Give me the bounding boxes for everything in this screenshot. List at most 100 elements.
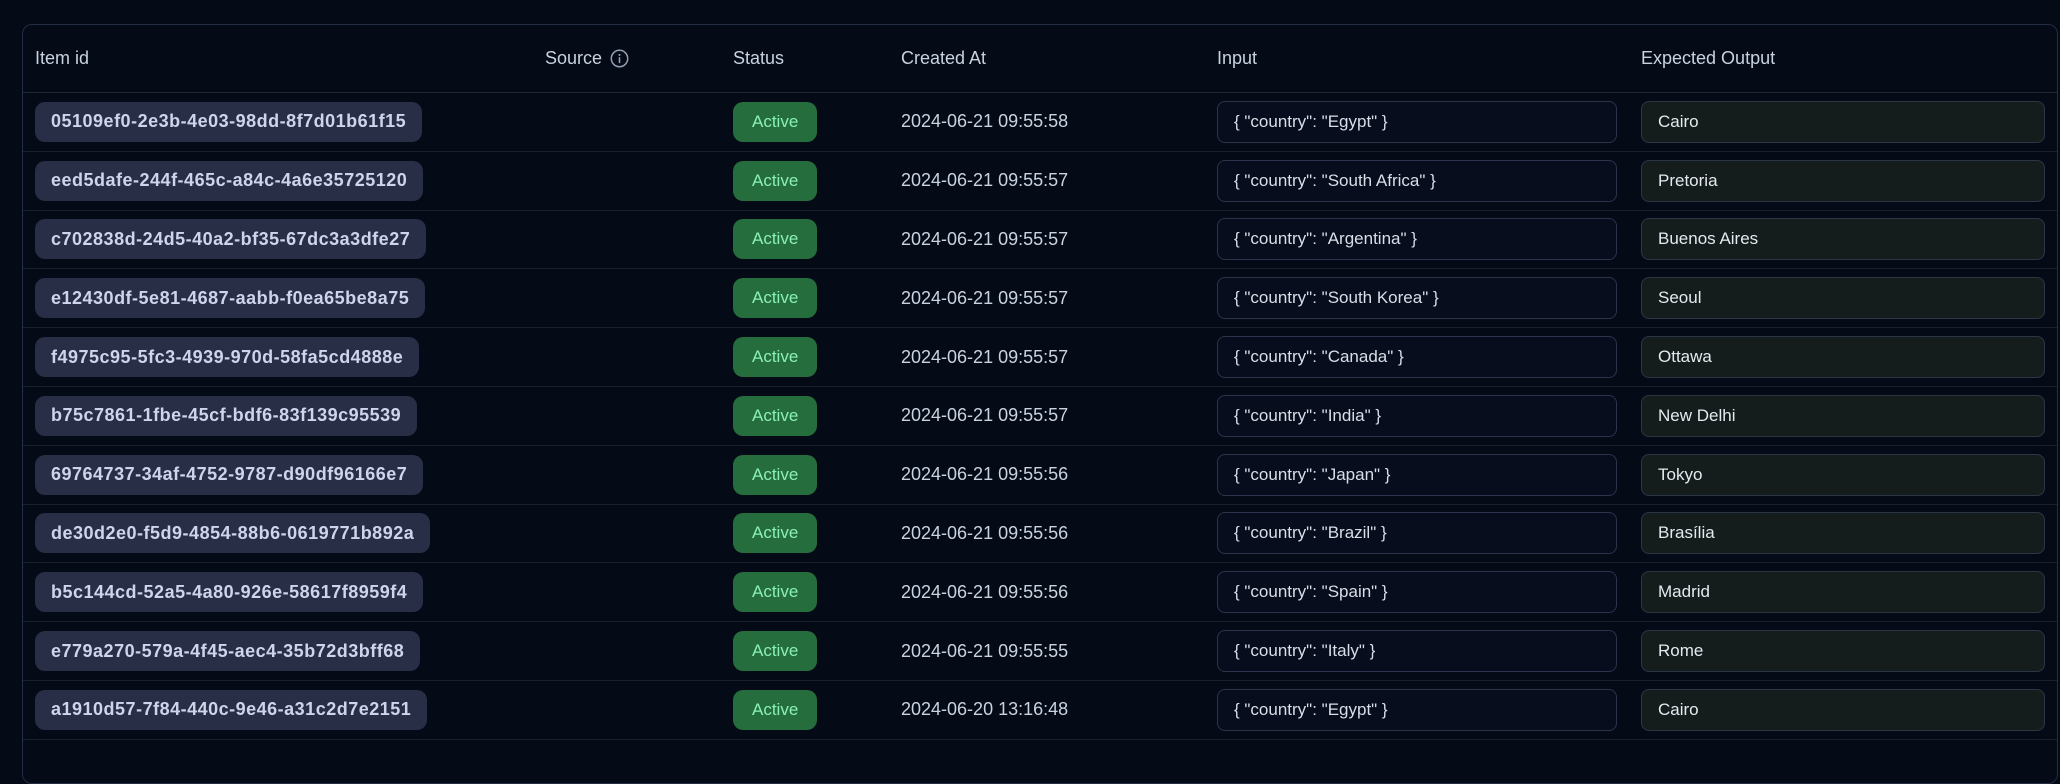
status-badge: Active — [733, 631, 817, 671]
table-header-row: Item id Source Status Created At Input E… — [23, 25, 2057, 93]
input-cell: { "country": "Canada" } — [1205, 336, 1629, 378]
item-id-pill[interactable]: eed5dafe-244f-465c-a84c-4a6e35725120 — [35, 161, 423, 201]
status-badge: Active — [733, 513, 817, 553]
expected-output-cell: New Delhi — [1629, 395, 2057, 437]
item-id-pill[interactable]: b5c144cd-52a5-4a80-926e-58617f8959f4 — [35, 572, 423, 612]
input-cell: { "country": "South Korea" } — [1205, 277, 1629, 319]
column-header-status: Status — [721, 48, 889, 69]
expected-output-cell: Cairo — [1629, 101, 2057, 143]
created-at-cell: 2024-06-20 13:16:48 — [889, 699, 1205, 720]
expected-output-value-box[interactable]: Brasília — [1641, 512, 2045, 554]
status-cell: Active — [721, 513, 889, 553]
created-at-cell: 2024-06-21 09:55:57 — [889, 170, 1205, 191]
expected-output-value-box[interactable]: Cairo — [1641, 689, 2045, 731]
table-row[interactable]: eed5dafe-244f-465c-a84c-4a6e35725120 Act… — [23, 152, 2057, 211]
input-value-box[interactable]: { "country": "South Africa" } — [1217, 160, 1617, 202]
table-row[interactable]: f4975c95-5fc3-4939-970d-58fa5cd4888e Act… — [23, 328, 2057, 387]
table-row[interactable]: a1910d57-7f84-440c-9e46-a31c2d7e2151 Act… — [23, 681, 2057, 740]
expected-output-value-box[interactable]: Tokyo — [1641, 454, 2045, 496]
item-id-pill[interactable]: f4975c95-5fc3-4939-970d-58fa5cd4888e — [35, 337, 419, 377]
expected-output-cell: Pretoria — [1629, 160, 2057, 202]
expected-output-value-box[interactable]: Rome — [1641, 630, 2045, 672]
input-value-box[interactable]: { "country": "Egypt" } — [1217, 689, 1617, 731]
item-id-pill[interactable]: e12430df-5e81-4687-aabb-f0ea65be8a75 — [35, 278, 425, 318]
table-body: 05109ef0-2e3b-4e03-98dd-8f7d01b61f15 Act… — [23, 93, 2057, 740]
input-value-box[interactable]: { "country": "India" } — [1217, 395, 1617, 437]
input-value-box[interactable]: { "country": "Canada" } — [1217, 336, 1617, 378]
table-row[interactable]: e779a270-579a-4f45-aec4-35b72d3bff68 Act… — [23, 622, 2057, 681]
expected-output-cell: Cairo — [1629, 689, 2057, 731]
status-badge: Active — [733, 219, 817, 259]
expected-output-value-box[interactable]: Seoul — [1641, 277, 2045, 319]
input-cell: { "country": "Italy" } — [1205, 630, 1629, 672]
created-at-cell: 2024-06-21 09:55:57 — [889, 288, 1205, 309]
item-id-pill[interactable]: e779a270-579a-4f45-aec4-35b72d3bff68 — [35, 631, 420, 671]
expected-output-value-box[interactable]: Pretoria — [1641, 160, 2045, 202]
expected-output-value-box[interactable]: Cairo — [1641, 101, 2045, 143]
status-cell: Active — [721, 690, 889, 730]
item-id-cell: 69764737-34af-4752-9787-d90df96166e7 — [23, 455, 533, 495]
item-id-pill[interactable]: b75c7861-1fbe-45cf-bdf6-83f139c95539 — [35, 396, 417, 436]
input-cell: { "country": "Spain" } — [1205, 571, 1629, 613]
status-cell: Active — [721, 455, 889, 495]
item-id-cell: f4975c95-5fc3-4939-970d-58fa5cd4888e — [23, 337, 533, 377]
status-badge: Active — [733, 278, 817, 318]
table-row[interactable]: c702838d-24d5-40a2-bf35-67dc3a3dfe27 Act… — [23, 211, 2057, 270]
expected-output-value-box[interactable]: Madrid — [1641, 571, 2045, 613]
table-row[interactable]: e12430df-5e81-4687-aabb-f0ea65be8a75 Act… — [23, 269, 2057, 328]
input-value-box[interactable]: { "country": "Argentina" } — [1217, 218, 1617, 260]
status-cell: Active — [721, 161, 889, 201]
created-at-cell: 2024-06-21 09:55:56 — [889, 523, 1205, 544]
info-icon[interactable] — [610, 49, 629, 68]
table-row[interactable]: 69764737-34af-4752-9787-d90df96166e7 Act… — [23, 446, 2057, 505]
table-row[interactable]: 05109ef0-2e3b-4e03-98dd-8f7d01b61f15 Act… — [23, 93, 2057, 152]
status-badge: Active — [733, 102, 817, 142]
status-cell: Active — [721, 572, 889, 612]
item-id-pill[interactable]: 69764737-34af-4752-9787-d90df96166e7 — [35, 455, 423, 495]
item-id-cell: a1910d57-7f84-440c-9e46-a31c2d7e2151 — [23, 690, 533, 730]
input-cell: { "country": "India" } — [1205, 395, 1629, 437]
item-id-pill[interactable]: c702838d-24d5-40a2-bf35-67dc3a3dfe27 — [35, 219, 426, 259]
created-at-cell: 2024-06-21 09:55:57 — [889, 405, 1205, 426]
status-badge: Active — [733, 161, 817, 201]
expected-output-cell: Brasília — [1629, 512, 2057, 554]
column-header-source-label: Source — [545, 48, 602, 69]
expected-output-cell: Rome — [1629, 630, 2057, 672]
table-row[interactable]: b5c144cd-52a5-4a80-926e-58617f8959f4 Act… — [23, 563, 2057, 622]
status-cell: Active — [721, 631, 889, 671]
status-cell: Active — [721, 219, 889, 259]
item-id-pill[interactable]: a1910d57-7f84-440c-9e46-a31c2d7e2151 — [35, 690, 427, 730]
column-header-expected-output: Expected Output — [1629, 48, 2057, 69]
item-id-cell: 05109ef0-2e3b-4e03-98dd-8f7d01b61f15 — [23, 102, 533, 142]
item-id-cell: c702838d-24d5-40a2-bf35-67dc3a3dfe27 — [23, 219, 533, 259]
status-badge: Active — [733, 396, 817, 436]
status-badge: Active — [733, 455, 817, 495]
status-badge: Active — [733, 337, 817, 377]
table-row[interactable]: de30d2e0-f5d9-4854-88b6-0619771b892a Act… — [23, 505, 2057, 564]
expected-output-cell: Buenos Aires — [1629, 218, 2057, 260]
column-header-input: Input — [1205, 48, 1629, 69]
item-id-pill[interactable]: 05109ef0-2e3b-4e03-98dd-8f7d01b61f15 — [35, 102, 422, 142]
expected-output-value-box[interactable]: Ottawa — [1641, 336, 2045, 378]
expected-output-cell: Tokyo — [1629, 454, 2057, 496]
input-value-box[interactable]: { "country": "Italy" } — [1217, 630, 1617, 672]
expected-output-value-box[interactable]: Buenos Aires — [1641, 218, 2045, 260]
input-value-box[interactable]: { "country": "Egypt" } — [1217, 101, 1617, 143]
created-at-cell: 2024-06-21 09:55:55 — [889, 641, 1205, 662]
item-id-cell: eed5dafe-244f-465c-a84c-4a6e35725120 — [23, 161, 533, 201]
input-value-box[interactable]: { "country": "Brazil" } — [1217, 512, 1617, 554]
expected-output-value-box[interactable]: New Delhi — [1641, 395, 2045, 437]
status-cell: Active — [721, 278, 889, 318]
item-id-pill[interactable]: de30d2e0-f5d9-4854-88b6-0619771b892a — [35, 513, 430, 553]
table-row[interactable]: b75c7861-1fbe-45cf-bdf6-83f139c95539 Act… — [23, 387, 2057, 446]
item-id-cell: de30d2e0-f5d9-4854-88b6-0619771b892a — [23, 513, 533, 553]
input-cell: { "country": "Argentina" } — [1205, 218, 1629, 260]
expected-output-cell: Seoul — [1629, 277, 2057, 319]
input-value-box[interactable]: { "country": "Japan" } — [1217, 454, 1617, 496]
input-value-box[interactable]: { "country": "South Korea" } — [1217, 277, 1617, 319]
item-id-cell: e779a270-579a-4f45-aec4-35b72d3bff68 — [23, 631, 533, 671]
dataset-items-table: Item id Source Status Created At Input E… — [22, 24, 2058, 784]
column-header-item-id: Item id — [23, 48, 533, 69]
input-value-box[interactable]: { "country": "Spain" } — [1217, 571, 1617, 613]
item-id-cell: b75c7861-1fbe-45cf-bdf6-83f139c95539 — [23, 396, 533, 436]
